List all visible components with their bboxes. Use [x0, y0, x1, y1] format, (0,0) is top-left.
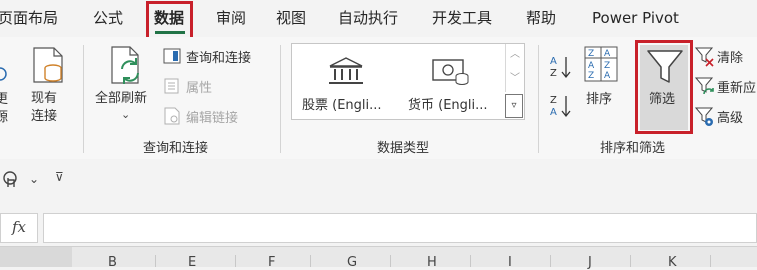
column-headers: B E F G H I J K	[0, 246, 757, 270]
existing-connections-label-2[interactable]: 连接	[31, 105, 57, 124]
select-all-corner[interactable]	[0, 247, 72, 267]
refresh-all-icon[interactable]	[110, 45, 146, 85]
customize-toolbar-icon[interactable]: ⊽	[55, 170, 64, 184]
data-types-gallery[interactable]: 股票 (Engli... 货币 (Engli... ︿ ﹀ ▿	[291, 43, 525, 120]
currencies-data-type[interactable]: 货币 (Engli...	[408, 94, 488, 113]
tab-developer[interactable]: 开发工具	[432, 0, 492, 37]
svg-text:A: A	[588, 61, 595, 71]
reapply-button[interactable]: 重新应	[717, 77, 756, 96]
active-tab-highlight	[146, 1, 193, 41]
column-header[interactable]: F	[268, 255, 275, 270]
svg-text:Z: Z	[550, 68, 557, 79]
column-header[interactable]: E	[188, 255, 196, 270]
fx-icon: fx	[11, 218, 26, 236]
column-header[interactable]: H	[427, 255, 437, 270]
svg-text:A: A	[604, 49, 611, 59]
reapply-icon	[695, 76, 715, 98]
existing-connections-label-1[interactable]: 现有	[31, 87, 57, 106]
bank-icon	[328, 56, 364, 86]
ribbon-tab-bar: 页面布局 公式 数据 审阅 视图 自动执行 开发工具 帮助 Power Pivo…	[0, 0, 757, 37]
tab-power-pivot[interactable]: Power Pivot	[592, 0, 679, 37]
svg-text:A: A	[604, 71, 611, 81]
get-data-icon	[0, 64, 8, 84]
svg-text:A: A	[550, 107, 557, 118]
tab-automate[interactable]: 自动执行	[338, 0, 398, 37]
group-separator	[280, 45, 281, 153]
expand-icon: ▿	[511, 100, 517, 111]
column-divider[interactable]	[630, 255, 631, 267]
existing-connections-icon[interactable]	[32, 46, 66, 84]
gallery-scroll-down[interactable]: ﹀	[505, 68, 524, 92]
svg-text:Z: Z	[604, 61, 610, 71]
column-divider[interactable]	[235, 255, 236, 267]
column-divider[interactable]	[390, 255, 391, 267]
sort-ascending-icon[interactable]: A Z	[549, 54, 573, 80]
refresh-all-dropdown-icon[interactable]: ⌄	[121, 108, 130, 121]
group-separator	[83, 45, 84, 153]
gallery-scroll-up[interactable]: ︿	[505, 44, 524, 68]
advanced-filter-icon	[695, 106, 715, 128]
group-label-data-types: 数据类型	[377, 141, 430, 156]
insert-function-button[interactable]: fx	[0, 213, 38, 243]
group-label-sort-filter: 排序和筛选	[600, 141, 666, 156]
sort-label[interactable]: 排序	[586, 88, 612, 107]
tab-page-layout[interactable]: 页面布局	[0, 0, 58, 37]
sort-icon[interactable]: Z A A Z Z A	[584, 46, 618, 82]
group-separator	[538, 45, 539, 153]
queries-connections-button[interactable]: 查询和连接	[186, 47, 251, 66]
queries-connections-icon	[163, 48, 181, 64]
properties-button[interactable]: 属性	[186, 77, 212, 96]
svg-text:A: A	[550, 56, 557, 67]
column-header[interactable]: B	[108, 255, 117, 270]
tab-view[interactable]: 视图	[276, 0, 306, 37]
touch-mode-icon[interactable]	[2, 170, 20, 190]
filter-highlight-box	[635, 40, 693, 134]
column-header[interactable]: K	[668, 255, 677, 270]
currency-icon	[432, 58, 470, 86]
clear-button[interactable]: 清除	[717, 47, 743, 66]
properties-icon	[164, 78, 180, 94]
refresh-all-label[interactable]: 全部刷新	[95, 87, 147, 106]
tab-review[interactable]: 审阅	[216, 0, 246, 37]
column-header[interactable]: G	[347, 255, 357, 270]
chevron-down-icon: ﹀	[510, 73, 520, 84]
advanced-button[interactable]: 高级	[717, 107, 743, 126]
group-label-queries: 查询和连接	[143, 141, 209, 156]
column-divider[interactable]	[470, 255, 471, 267]
formula-input[interactable]	[43, 213, 757, 243]
column-divider[interactable]	[310, 255, 311, 267]
gallery-expand[interactable]: ▿	[505, 94, 523, 118]
svg-text:Z: Z	[550, 95, 557, 106]
clear-filter-icon	[695, 46, 715, 68]
sort-descending-icon[interactable]: Z A	[549, 93, 573, 119]
touch-mode-dropdown-icon[interactable]: ⌄	[29, 172, 39, 186]
column-header[interactable]: I	[508, 255, 512, 270]
active-tab-underline	[155, 31, 185, 34]
get-data-label-1[interactable]: 更	[0, 88, 8, 107]
tab-formulas[interactable]: 公式	[93, 0, 123, 37]
chevron-up-icon: ︿	[510, 49, 520, 60]
column-divider[interactable]	[155, 255, 156, 267]
tab-help[interactable]: 帮助	[526, 0, 556, 37]
svg-text:Z: Z	[588, 71, 594, 81]
edit-links-button[interactable]: 编辑链接	[186, 107, 238, 126]
stocks-data-type[interactable]: 股票 (Engli...	[302, 94, 382, 113]
column-divider[interactable]	[550, 255, 551, 267]
edit-links-icon	[164, 107, 182, 125]
quick-access-toolbar	[0, 159, 757, 201]
column-header[interactable]: J	[588, 255, 592, 270]
svg-text:Z: Z	[588, 49, 594, 59]
column-divider[interactable]	[710, 255, 711, 267]
get-data-label-2[interactable]: 源	[0, 106, 8, 125]
